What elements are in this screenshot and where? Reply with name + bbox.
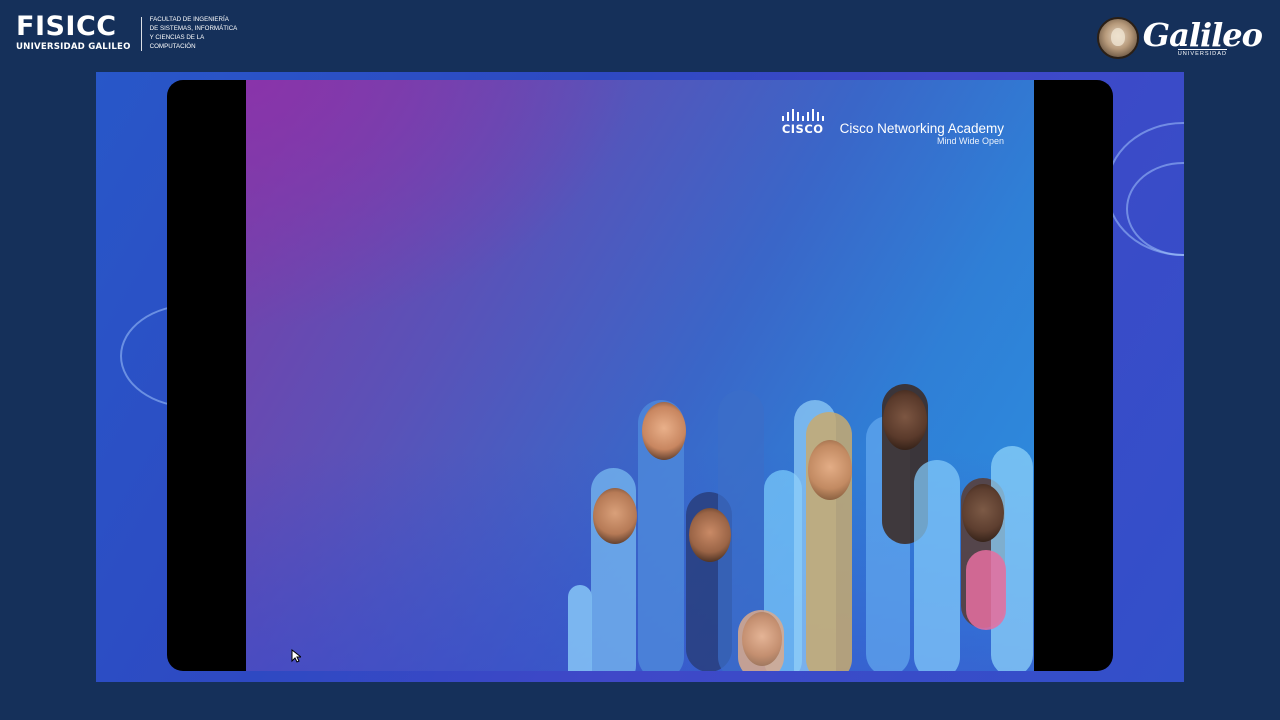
galileo-wordmark: Galileo UNIVERSIDAD xyxy=(1142,16,1263,57)
academy-title: Cisco Networking Academy xyxy=(839,121,1004,136)
cisco-wordmark: CISCO xyxy=(781,122,824,136)
faculty-line: COMPUTACIÓN xyxy=(149,43,196,50)
galileo-logo: Galileo UNIVERSIDAD xyxy=(1096,15,1263,61)
shared-screen: CISCO Cisco Networking Academy Mind Wide… xyxy=(96,72,1184,682)
fisicc-wordmark: FISICC UNIVERSIDAD GALILEO xyxy=(16,11,131,53)
header-divider xyxy=(140,17,142,51)
cisco-logo-icon: CISCO xyxy=(781,109,824,136)
academy-tagline: Mind Wide Open xyxy=(936,136,1004,146)
fisicc-subtitle: UNIVERSIDAD GALILEO xyxy=(16,42,131,52)
faculty-line: DE SISTEMAS, INFORMÁTICA xyxy=(149,25,238,32)
faculty-line: FACULTAD DE INGENIERÍA xyxy=(149,16,229,23)
galileo-seal-icon xyxy=(1096,17,1139,59)
galileo-subtitle: UNIVERSIDAD xyxy=(1177,49,1227,57)
fisicc-logo: FISICC UNIVERSIDAD GALILEO FACULTAD DE I… xyxy=(16,13,237,55)
mouse-pointer-icon xyxy=(291,649,301,663)
faculty-line: Y CIENCIAS DE LA xyxy=(149,34,205,41)
cisco-bars-icon xyxy=(781,109,824,121)
faculty-name: FACULTAD DE INGENIERÍA DE SISTEMAS, INFO… xyxy=(150,15,238,51)
galileo-title: Galileo xyxy=(1142,16,1263,54)
presentation-slide: CISCO Cisco Networking Academy Mind Wide… xyxy=(246,80,1034,671)
academy-title-block: Cisco Networking Academy Mind Wide Open xyxy=(840,109,1004,147)
fisicc-title: FISICC xyxy=(16,11,117,42)
presentation-frame: CISCO Cisco Networking Academy Mind Wide… xyxy=(167,80,1113,671)
cisco-brand: CISCO Cisco Networking Academy Mind Wide… xyxy=(781,109,1004,147)
